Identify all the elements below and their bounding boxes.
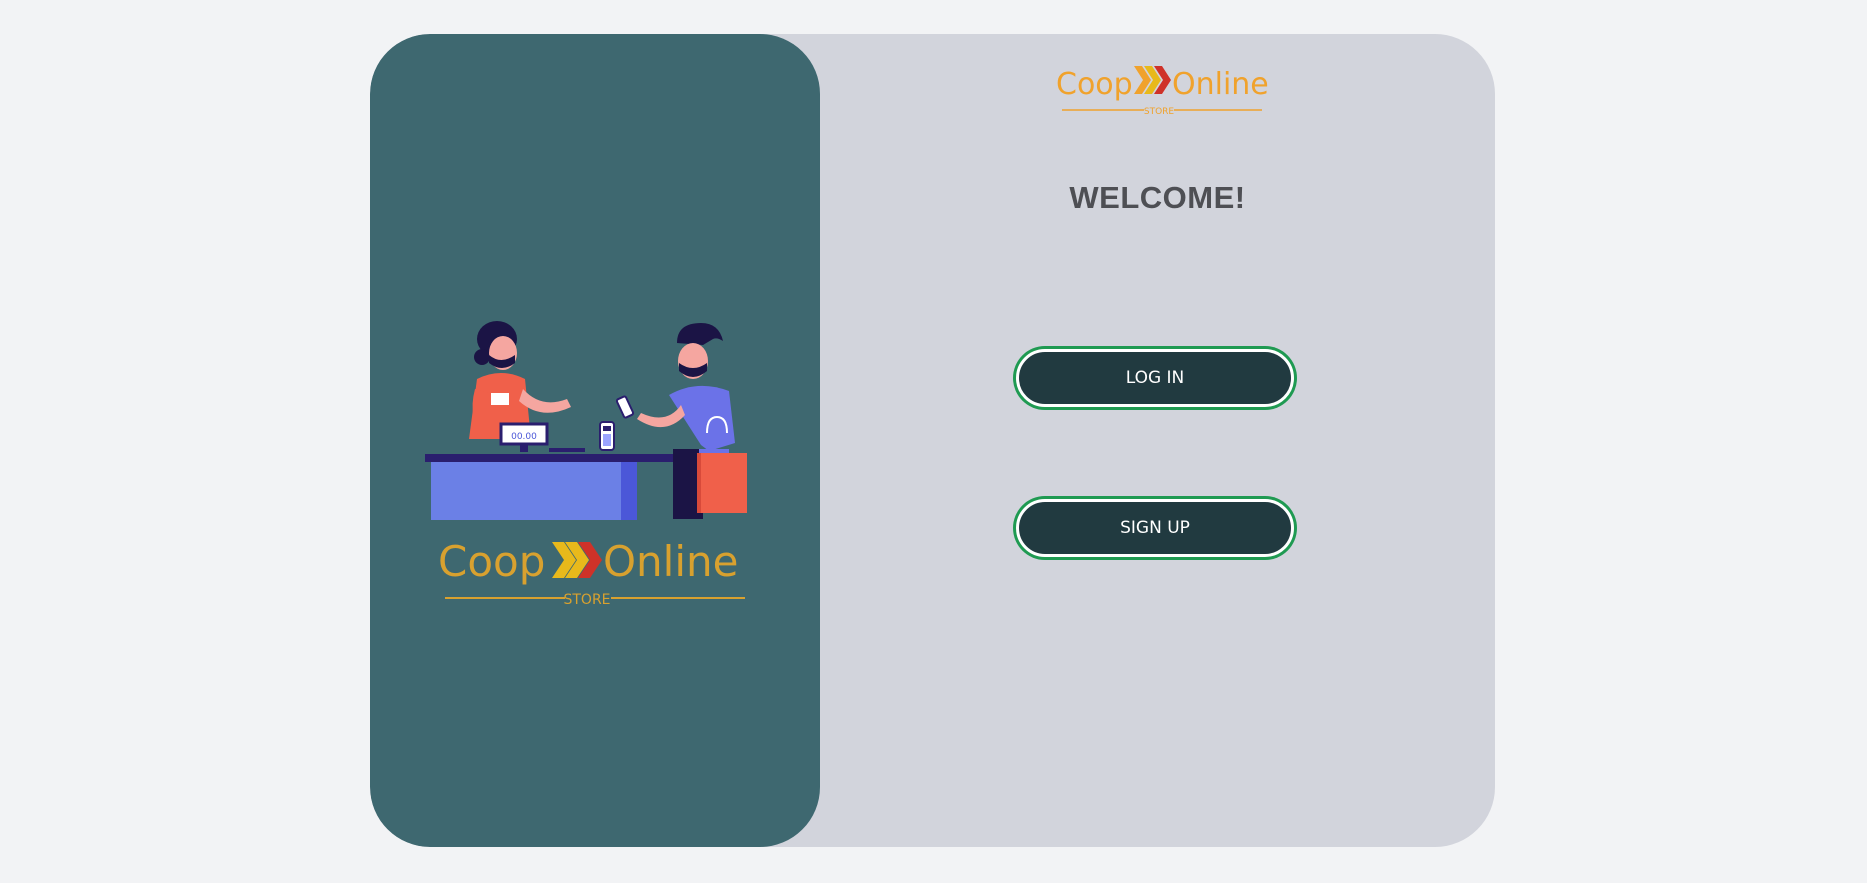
cash-register: 00.00 [499,421,615,452]
svg-text:Online: Online [603,537,738,586]
svg-text:Coop: Coop [1056,67,1133,102]
svg-text:00.00: 00.00 [511,432,537,442]
signup-button[interactable]: SIGN UP [1016,499,1294,557]
svg-text:STORE: STORE [563,592,610,608]
svg-text:Coop: Coop [438,537,545,586]
header-logo: Coop Online STORE [1056,66,1269,117]
login-button[interactable]: LOG IN [1016,349,1294,407]
svg-text:STORE: STORE [1144,107,1175,117]
welcome-card: 00.00 Coop Online STORE Coop Online STOR… [370,34,1495,847]
checkout-counter [425,454,681,520]
left-illustration-panel: 00.00 Coop Online STORE [370,34,820,847]
svg-text:Online: Online [1172,67,1269,102]
coop-online-store-logo: Coop Online STORE [438,537,745,608]
cashier-figure [469,321,571,439]
welcome-title: WELCOME! [1069,180,1246,215]
